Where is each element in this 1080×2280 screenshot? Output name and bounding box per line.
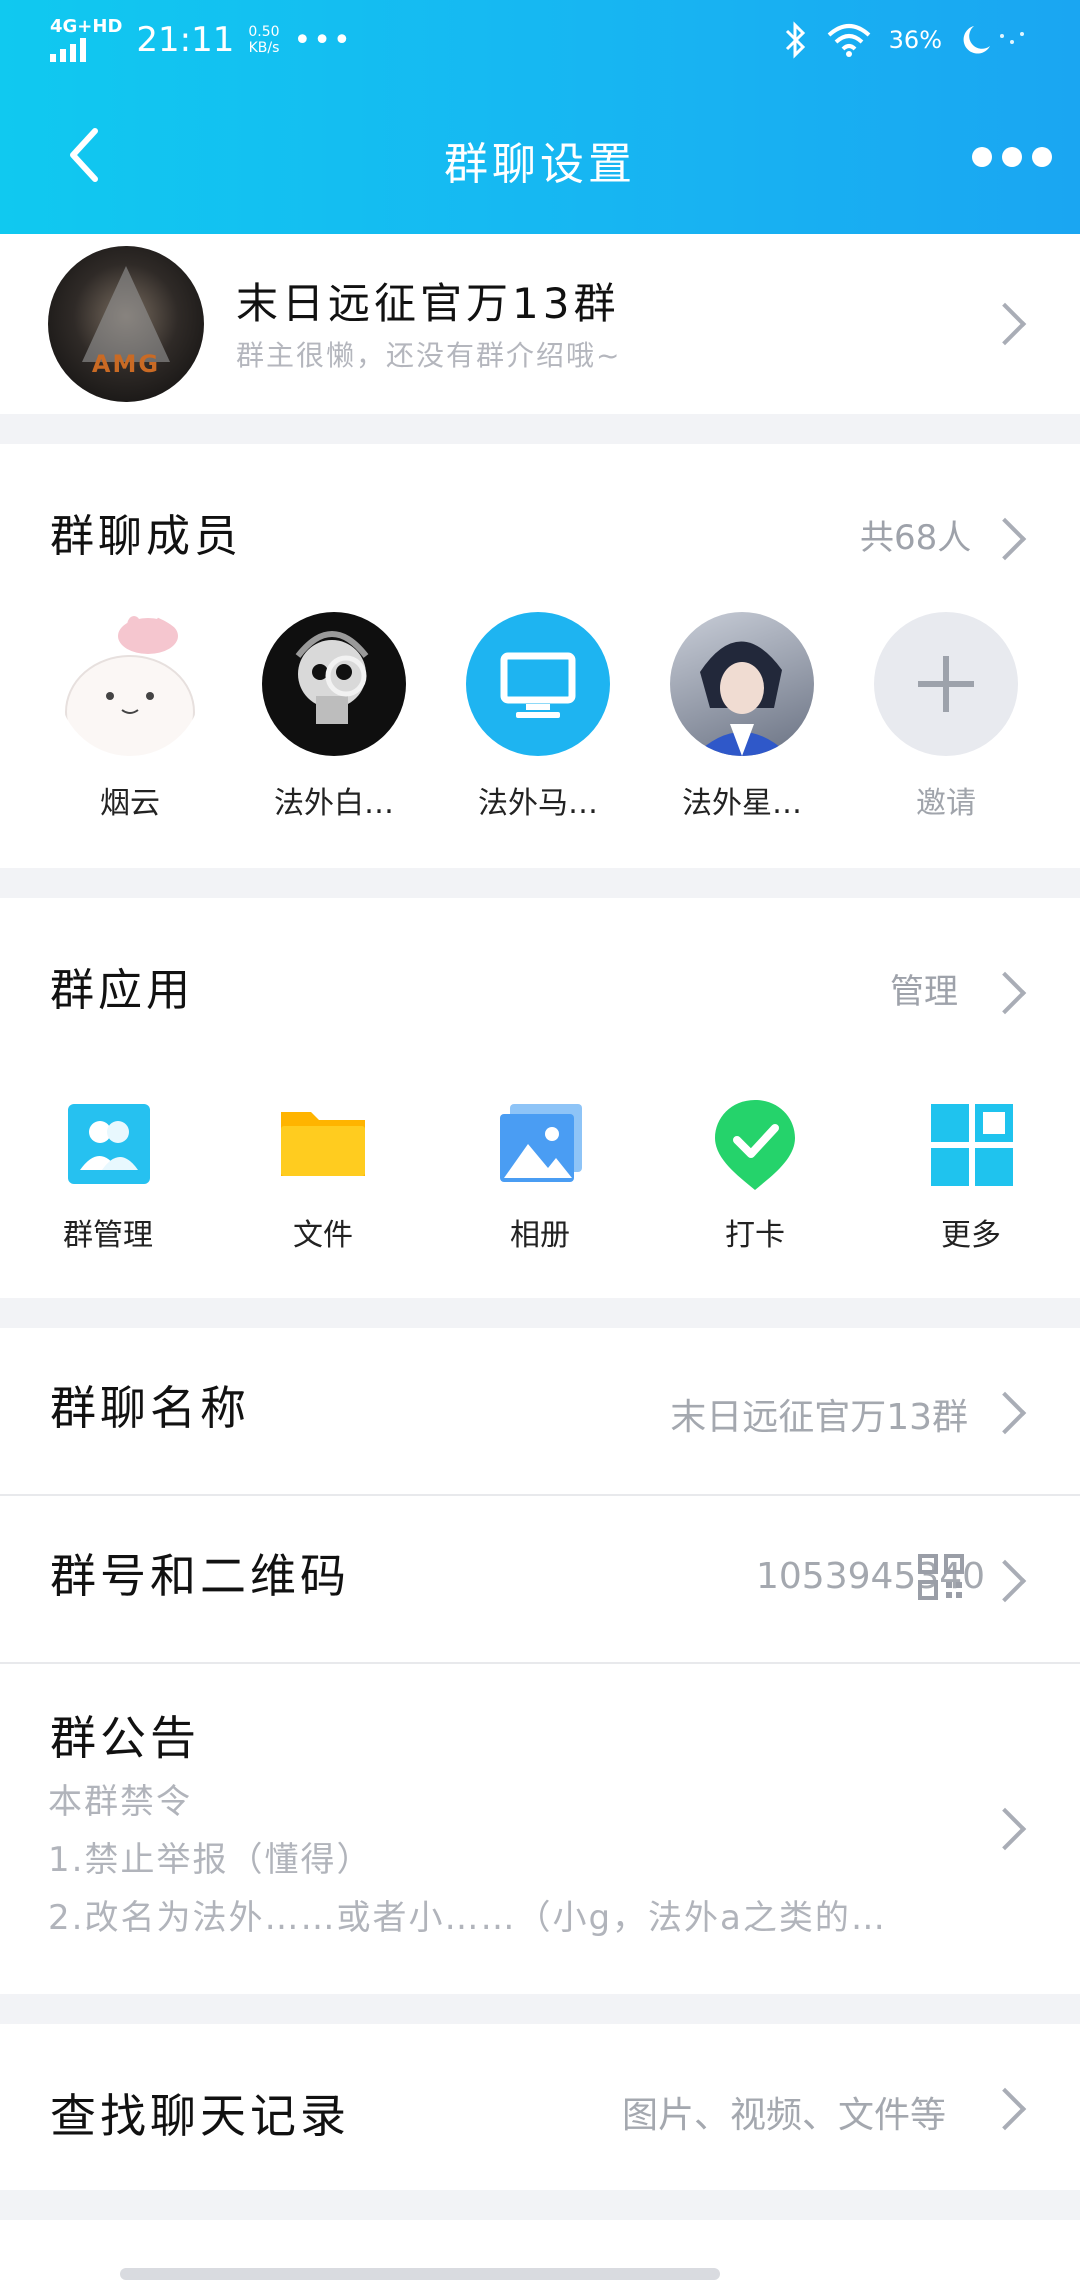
network-indicator: 4G+HD [50, 18, 122, 62]
app-label: 打卡 [725, 1218, 785, 1253]
bunny-icon [65, 616, 195, 756]
member-name: 烟云 [100, 786, 160, 821]
notice-line: 本群禁令 [48, 1782, 192, 1822]
group-settings-list: 群聊名称 末日远征官万13群 群号和二维码 1053945340 群公告 本群禁… [0, 1328, 1080, 1994]
group-number-label: 群号和二维码 [50, 1549, 350, 1603]
more-dot-icon [1002, 147, 1022, 167]
bluetooth-icon [785, 21, 805, 59]
invite-label: 邀请 [916, 786, 976, 821]
page-title: 群聊设置 [444, 139, 636, 190]
app-group-manage[interactable]: 群管理 [33, 1094, 183, 1254]
member-item[interactable]: 法外星… [670, 612, 814, 822]
chevron-right-icon [983, 302, 1027, 346]
group-name-row[interactable]: 群聊名称 末日远征官万13群 [0, 1328, 1080, 1494]
more-options-button[interactable] [972, 132, 1052, 182]
group-name: 末日远征官万13群 [236, 279, 620, 328]
search-chat-history-label: 查找聊天记录 [50, 2089, 350, 2143]
network-label: 4G+HD [50, 16, 123, 37]
group-info-card[interactable]: AMG 末日远征官万13群 群主很懒，还没有群介绍哦~ [0, 234, 1080, 414]
clock: 21:11 [136, 20, 235, 60]
member-item[interactable]: 法外白… [262, 612, 406, 822]
members-title: 群聊成员 [50, 511, 242, 562]
header: 4G+HD 21:11 0.50 KB/s ••• 36% 群聊设置 [0, 0, 1080, 234]
app-files[interactable]: 文件 [248, 1094, 398, 1254]
app-check-in[interactable]: 打卡 [680, 1094, 830, 1254]
battery-level: 36% [888, 26, 942, 54]
app-more[interactable]: 更多 [896, 1094, 1046, 1254]
check-in-icon [705, 1094, 805, 1194]
photo-album-icon [490, 1094, 590, 1194]
group-notice-row[interactable]: 群公告 本群禁令 1.禁止举报（懂得） 2.改名为法外……或者小……（小g，法外… [0, 1664, 1080, 1994]
placeholder-bar [120, 2268, 720, 2280]
search-chat-history-hint: 图片、视频、文件等 [622, 2095, 947, 2136]
member-avatar [262, 612, 406, 756]
chevron-right-icon[interactable] [983, 971, 1027, 1015]
apps-manage-link[interactable]: 管理 [890, 964, 958, 1013]
folder-icon [273, 1094, 373, 1194]
invite-member-button[interactable]: 邀请 [874, 612, 1018, 822]
search-chat-history-row[interactable]: 查找聊天记录 图片、视频、文件等 [0, 2024, 1080, 2190]
member-item[interactable]: 法外马… [466, 612, 610, 822]
member-count[interactable]: 共68人 [860, 510, 971, 559]
group-manage-icon [58, 1094, 158, 1194]
member-avatar [670, 612, 814, 756]
plus-icon [918, 656, 974, 712]
group-apps-section: 群应用 管理 群管理 文件 相册 打卡 更多 [0, 898, 1080, 1298]
group-name-value: 末日远征官万13群 [670, 1397, 968, 1438]
notification-dots: ••• [293, 22, 353, 58]
member-avatar [58, 612, 202, 756]
member-name: 法外马… [478, 786, 598, 821]
member-item[interactable]: 烟云 [58, 612, 202, 822]
group-avatar[interactable]: AMG [48, 246, 204, 402]
monitor-icon [500, 652, 576, 718]
next-section-edge [0, 2220, 1080, 2280]
chevron-right-icon[interactable] [983, 517, 1027, 561]
speed-unit: KB/s [248, 40, 280, 56]
notice-line: 1.禁止举报（懂得） [48, 1840, 373, 1880]
group-avatar-logo: AMG [91, 350, 161, 378]
notice-line: 2.改名为法外……或者小……（小g，法外a之类的… [48, 1898, 887, 1938]
member-avatar [466, 612, 610, 756]
signal-icon [50, 36, 122, 62]
chevron-right-icon [983, 1391, 1027, 1435]
group-number-row[interactable]: 群号和二维码 1053945340 [0, 1496, 1080, 1662]
member-name: 法外星… [682, 786, 802, 821]
skull-headphones-icon [295, 631, 369, 724]
apps-title: 群应用 [50, 965, 194, 1016]
network-speed: 0.50 KB/s [248, 24, 279, 56]
members-section: 群聊成员 共68人 烟云 法外白… 法外马… 法外星… 邀请 [0, 444, 1080, 868]
chevron-right-icon [983, 1807, 1027, 1851]
member-name: 法外白… [274, 786, 394, 821]
anime-character-icon [694, 641, 790, 756]
speed-value: 0.50 [248, 24, 280, 40]
invite-avatar [874, 612, 1018, 756]
qr-code-icon[interactable] [918, 1554, 964, 1600]
more-dot-icon [972, 147, 992, 167]
wifi-icon [827, 24, 870, 57]
app-label: 相册 [510, 1218, 570, 1253]
group-name-label: 群聊名称 [50, 1381, 250, 1435]
status-bar: 4G+HD 21:11 0.50 KB/s ••• 36% [0, 0, 1080, 80]
app-label: 文件 [293, 1218, 353, 1253]
group-notice-label: 群公告 [50, 1711, 200, 1765]
group-description: 群主很懒，还没有群介绍哦~ [236, 339, 622, 372]
app-label: 群管理 [63, 1218, 153, 1253]
moon-icon [963, 26, 1024, 54]
app-album[interactable]: 相册 [465, 1094, 615, 1254]
app-label: 更多 [941, 1218, 1001, 1253]
more-dot-icon [1032, 147, 1052, 167]
logo-triangle-icon [82, 266, 170, 362]
title-row: 群聊设置 [0, 110, 1080, 200]
more-apps-icon [921, 1094, 1021, 1194]
chevron-right-icon [983, 2087, 1027, 2131]
chevron-right-icon [983, 1559, 1027, 1603]
